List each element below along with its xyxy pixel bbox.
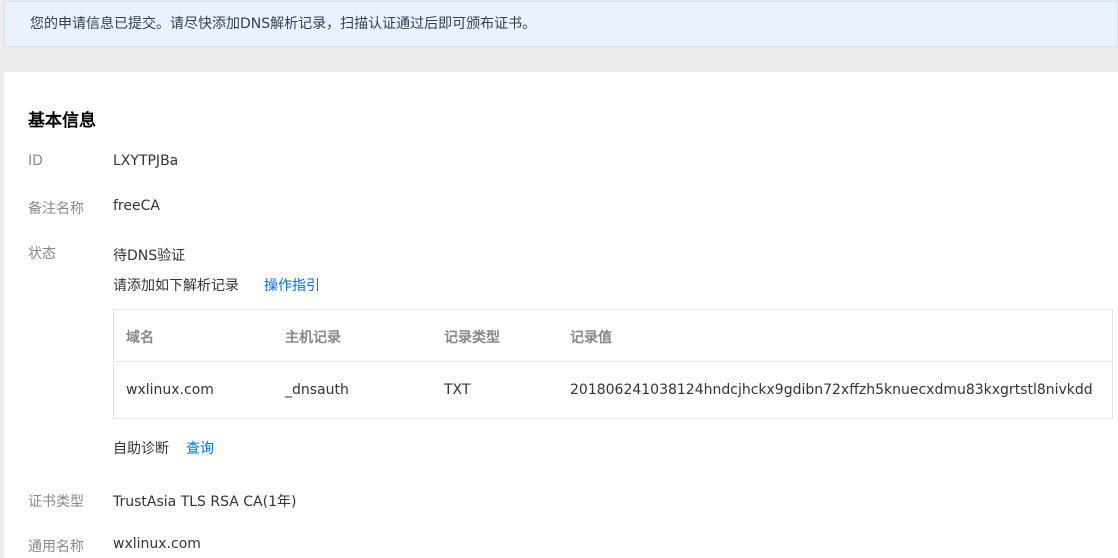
basic-info-panel: 基本信息 ID LXYTPJBa 备注名称 freeCA 状态 待DNS验证 请…	[4, 72, 1118, 558]
common-name-value: wxlinux.com	[113, 536, 201, 552]
dns-record-table: 域名 主机记录 记录类型 记录值 wxlinux.com _dnsauth TX…	[113, 309, 1113, 419]
cell-host-record: _dnsauth	[285, 382, 349, 398]
status-label: 状态	[28, 246, 56, 262]
dns-table-header: 域名 主机记录 记录类型 记录值	[114, 310, 1112, 362]
header-host-record: 主机记录	[285, 330, 341, 346]
guide-link[interactable]: 操作指引	[264, 275, 320, 295]
header-record-value: 记录值	[570, 330, 612, 346]
status-hint: 请添加如下解析记录	[113, 278, 239, 294]
cell-domain: wxlinux.com	[126, 382, 214, 398]
header-domain: 域名	[126, 330, 154, 346]
common-name-label: 通用名称	[28, 539, 84, 555]
diagnose-query-link[interactable]: 查询	[186, 438, 214, 458]
notice-text: 您的申请信息已提交。请尽快添加DNS解析记录，扫描认证通过后即可颁布证书。	[30, 16, 537, 32]
cell-record-value: 201806241038124hndcjhckx9gdibn72xffzh5kn…	[570, 382, 1093, 398]
cert-type-value: TrustAsia TLS RSA CA(1年)	[113, 494, 297, 510]
notice-banner: 您的申请信息已提交。请尽快添加DNS解析记录，扫描认证通过后即可颁布证书。	[4, 1, 1118, 47]
remark-label: 备注名称	[28, 201, 84, 217]
diagnose-label: 自助诊断	[113, 441, 169, 457]
header-record-type: 记录类型	[444, 330, 500, 346]
cert-type-label: 证书类型	[28, 494, 84, 510]
status-value: 待DNS验证	[113, 248, 186, 264]
id-label: ID	[28, 153, 43, 169]
cell-record-type: TXT	[444, 382, 471, 398]
section-title: 基本信息	[28, 111, 96, 131]
id-value: LXYTPJBa	[113, 153, 179, 169]
remark-value: freeCA	[113, 198, 160, 214]
